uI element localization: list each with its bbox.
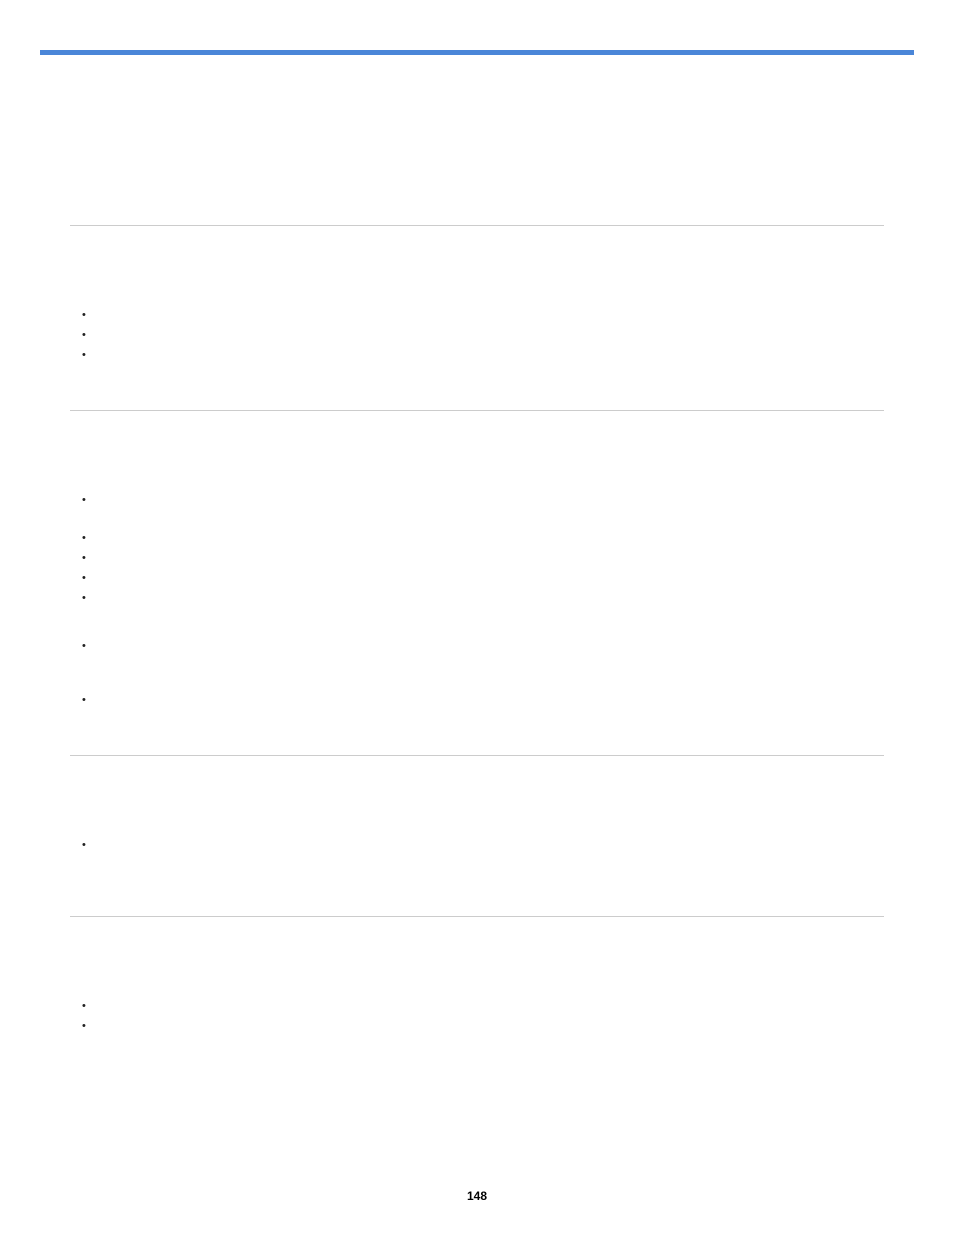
document-page: 148 <box>0 0 954 1235</box>
section <box>70 145 884 226</box>
top-rule <box>40 50 914 55</box>
list-item <box>82 490 884 510</box>
spacer <box>70 781 884 835</box>
list-item <box>82 528 884 548</box>
list-item <box>82 996 884 1016</box>
section <box>70 781 884 917</box>
list-item <box>82 305 884 325</box>
list-item <box>82 690 884 710</box>
list-item <box>82 548 884 568</box>
list-item <box>82 636 884 656</box>
list-item <box>82 1016 884 1036</box>
section <box>70 942 884 1081</box>
bullet-list <box>70 305 884 365</box>
list-item <box>82 345 884 365</box>
spacer <box>70 1036 884 1056</box>
spacer <box>70 942 884 996</box>
spacer <box>70 710 884 730</box>
list-item <box>82 568 884 588</box>
section <box>70 436 884 756</box>
spacer <box>70 436 884 490</box>
page-number: 148 <box>0 1189 954 1203</box>
spacer <box>70 855 884 891</box>
list-item <box>82 588 884 608</box>
spacer <box>70 251 884 305</box>
list-item <box>82 835 884 855</box>
empty-block <box>70 145 884 200</box>
list-item <box>82 325 884 345</box>
page-content <box>40 145 914 1081</box>
bullet-list <box>70 835 884 855</box>
bullet-list <box>70 490 884 710</box>
spacer <box>70 365 884 385</box>
bullet-list <box>70 996 884 1036</box>
section <box>70 251 884 411</box>
